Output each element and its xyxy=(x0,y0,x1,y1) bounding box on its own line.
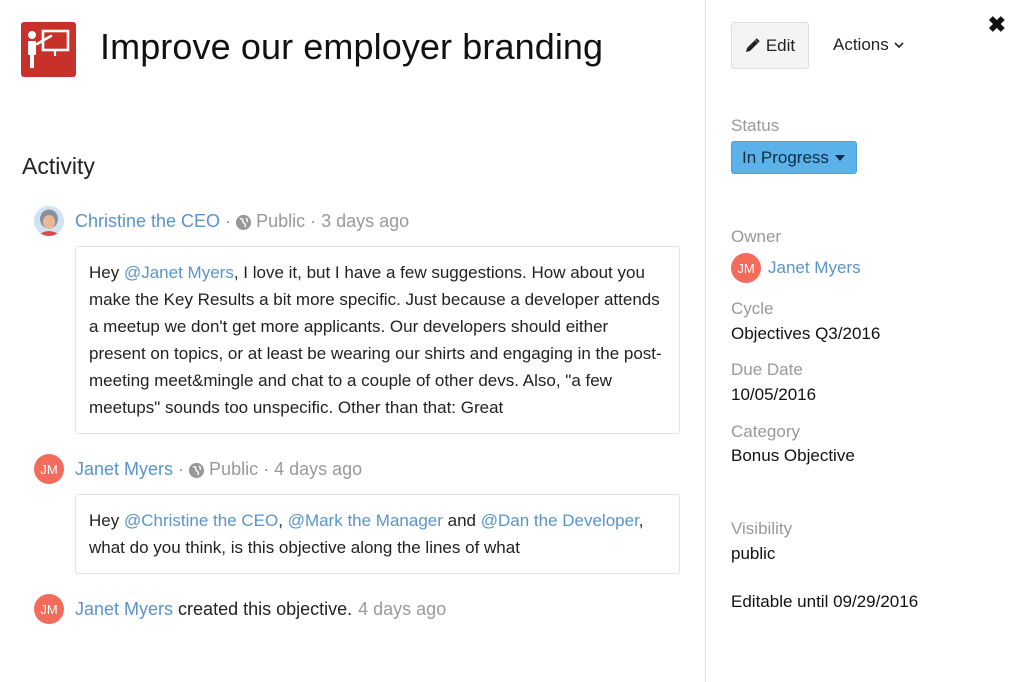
edit-label: Edit xyxy=(765,35,796,55)
separator: · xyxy=(263,458,270,479)
activity-heading: Activity xyxy=(22,153,95,179)
status-value: In Progress xyxy=(742,147,829,167)
author-link[interactable]: Christine the CEO xyxy=(75,211,220,232)
separator: · xyxy=(225,210,232,231)
main-panel: Improve our employer branding Activity C… xyxy=(0,0,705,682)
presentation-board-icon xyxy=(21,22,76,77)
caret-down-icon xyxy=(834,154,845,161)
separator: · xyxy=(178,458,185,479)
due-date-value: 10/05/2016 xyxy=(731,385,817,404)
avatar[interactable]: JM xyxy=(731,253,761,283)
avatar[interactable]: JM xyxy=(34,594,64,624)
editable-until: Editable until 09/29/2016 xyxy=(731,592,919,611)
author-link[interactable]: Janet Myers xyxy=(75,599,173,620)
owner-link[interactable]: Janet Myers xyxy=(768,258,861,278)
timestamp: 4 days ago xyxy=(274,458,363,479)
actions-label: Actions xyxy=(833,35,889,54)
actions-dropdown[interactable]: Actions xyxy=(833,35,904,55)
action-text: created this objective. xyxy=(178,598,353,619)
status-dropdown[interactable]: In Progress xyxy=(731,141,857,174)
comment-card: Hey @Christine the CEO, @Mark the Manage… xyxy=(75,494,680,574)
comment-text: , xyxy=(278,511,288,530)
owner-label: Owner xyxy=(731,227,782,246)
mention-link[interactable]: @Dan the Developer xyxy=(481,511,639,530)
close-icon[interactable]: ✖ xyxy=(988,14,1006,36)
comment-body: Hey @Christine the CEO, @Mark the Manage… xyxy=(89,507,665,561)
mention-link[interactable]: @Christine the CEO xyxy=(124,511,278,530)
activity-entry-header: Christine the CEO · Public · 3 days ago xyxy=(34,206,409,236)
comment-text: and xyxy=(442,511,481,530)
due-date-label: Due Date xyxy=(731,360,803,379)
status-label: Status xyxy=(731,116,780,135)
category-label: Category xyxy=(731,422,800,441)
timestamp: 3 days ago xyxy=(321,210,410,231)
activity-entry-header: JM Janet Myers · Public · 4 days ago xyxy=(34,454,362,484)
comment-text: Hey xyxy=(89,263,124,282)
separator: · xyxy=(310,210,317,231)
comment-text: Hey xyxy=(89,511,124,530)
cycle-label: Cycle xyxy=(731,299,774,318)
comment-body: Hey @Janet Myers, I love it, but I have … xyxy=(89,259,665,421)
globe-icon xyxy=(189,462,205,478)
visibility-label: Public xyxy=(209,458,259,479)
comment-card: Hey @Janet Myers, I love it, but I have … xyxy=(75,246,680,434)
category-value: Bonus Objective xyxy=(731,446,855,465)
visibility-value: public xyxy=(731,544,776,563)
avatar[interactable]: JM xyxy=(34,454,64,484)
owner: JM Janet Myers xyxy=(731,253,861,283)
visibility-label: Visibility xyxy=(731,519,793,538)
objective-title: Improve our employer branding xyxy=(100,26,604,67)
chevron-down-icon xyxy=(894,42,904,49)
details-sidebar: Edit Actions ✖ Status In Progress Owner … xyxy=(705,0,1024,682)
activity-entry-header: JM Janet Myers created this objective. 4… xyxy=(34,594,446,624)
comment-text: , I love it, but I have a few suggestion… xyxy=(89,263,662,417)
avatar[interactable] xyxy=(34,206,64,236)
mention-link[interactable]: @Janet Myers xyxy=(124,263,234,282)
author-link[interactable]: Janet Myers xyxy=(75,459,173,480)
cycle-value: Objectives Q3/2016 xyxy=(731,324,881,343)
globe-icon xyxy=(236,214,252,230)
mention-link[interactable]: @Mark the Manager xyxy=(288,511,443,530)
visibility-label: Public xyxy=(256,210,306,231)
timestamp: 4 days ago xyxy=(358,598,447,619)
edit-button[interactable]: Edit xyxy=(731,22,809,69)
pencil-icon xyxy=(745,38,760,52)
